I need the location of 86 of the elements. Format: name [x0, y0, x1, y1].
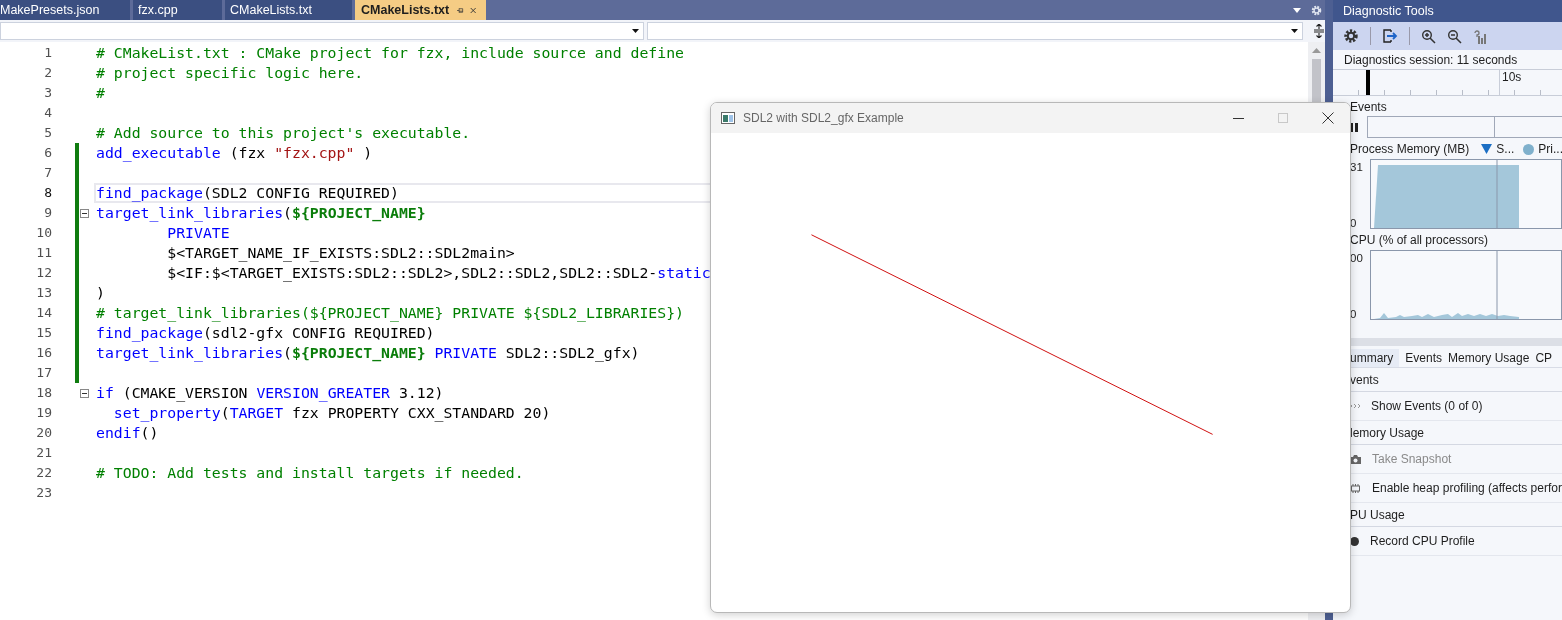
legend-label: Pri... [1538, 142, 1562, 156]
caret-icon [632, 29, 639, 33]
code-line: $<TARGET_NAME_IF_EXISTS:SDL2::SDL2main> [166, 244, 515, 262]
line-number: 20 [35, 424, 52, 442]
action-link[interactable]: Enable heap profiling (affects perfor [1372, 481, 1562, 495]
axis-label: 31 [1350, 161, 1364, 173]
code-line: target_link_libraries(${PROJECT_NAME} [96, 204, 426, 222]
line-number: 13 [35, 284, 52, 302]
panel-tab[interactable]: Memory Usage [1448, 349, 1536, 367]
zoom-in-icon[interactable] [1421, 28, 1436, 44]
code-line: PRIVATE [166, 224, 230, 242]
code-line: ) [96, 284, 105, 302]
code-line: # [96, 84, 105, 102]
line-number: 11 [35, 244, 52, 262]
line-number: 6 [43, 144, 52, 162]
caret-icon [1291, 29, 1298, 33]
code-line: # project specific logic here. [96, 64, 364, 82]
time-marker [1366, 70, 1370, 95]
action-link[interactable]: Record CPU Profile [1370, 534, 1475, 548]
split-icon[interactable] [1313, 24, 1325, 38]
code-line: # target_link_libraries(${PROJECT_NAME} PRIVATE ${SDL2_LIBRARIES}) [96, 304, 684, 322]
panel-tab[interactable]: ummary [1350, 349, 1400, 367]
file-tab[interactable]: CMakeLists.txt [225, 0, 352, 20]
circle-icon [1523, 143, 1535, 155]
record-icon [1350, 536, 1359, 546]
code-line: if (CMAKE_VERSION VERSION_GREATER 3.12) [96, 384, 444, 402]
line-number: 3 [43, 84, 52, 102]
panel-title: Diagnostic Tools [1333, 0, 1562, 22]
line-number: 12 [35, 264, 52, 282]
code-line: endif() [96, 424, 159, 442]
bar-chart-icon[interactable] [1473, 28, 1488, 44]
pin-icon[interactable] [457, 5, 464, 15]
line-number: 2 [43, 64, 52, 82]
line-number: 9 [43, 204, 52, 222]
axis-label: 00 [1350, 252, 1364, 264]
window-title: SDL2 with SDL2_gfx Example [743, 111, 904, 125]
fold-toggle-icon[interactable] [80, 388, 89, 398]
panel-tab[interactable]: CP [1535, 349, 1559, 367]
code-line: # CMakeList.txt : CMake project for fzx, include source and define [96, 44, 684, 62]
scrollbar-thumb[interactable] [1312, 59, 1321, 102]
fold-toggle-icon[interactable] [80, 208, 89, 218]
line-number: 17 [35, 364, 52, 382]
zoom-out-icon[interactable] [1447, 28, 1462, 44]
code-line: add_executable (fzx "fzx.cpp" ) [96, 144, 373, 162]
close-icon[interactable] [1322, 112, 1334, 124]
action-link[interactable]: Show Events (0 of 0) [1371, 399, 1483, 413]
line-number: 10 [35, 224, 52, 242]
graph-title: Events [1350, 99, 1388, 115]
line-number: 1 [43, 44, 52, 62]
file-tab[interactable]: fzx.cpp [133, 0, 222, 20]
code-line: # TODO: Add tests and install targets if needed. [96, 464, 524, 482]
triangle-icon [1481, 144, 1493, 154]
graph-title: CPU (% of all processors) [1350, 232, 1490, 248]
chip-icon [1350, 483, 1361, 493]
app-icon [721, 112, 735, 124]
line-number: 23 [35, 484, 52, 502]
panel-tab[interactable]: Events [1405, 349, 1449, 367]
code-line: $<IF:$<TARGET_EXISTS:SDL2::SDL2>,SDL2::SDL2,SDL2::SDL2-static [166, 264, 711, 282]
line-number: 4 [43, 104, 52, 122]
line-number: 5 [43, 124, 52, 142]
export-icon[interactable] [1382, 28, 1398, 44]
graph-title: Process Memory (MB) [1350, 141, 1470, 157]
axis-label: 0 [1350, 308, 1358, 320]
file-tab[interactable]: MakePresets.json [0, 0, 130, 20]
code-line: target_link_libraries(${PROJECT_NAME} PRIVATE SDL2::SDL2_gfx) [96, 344, 640, 362]
line-number: 15 [35, 324, 52, 342]
line-number: 19 [35, 404, 52, 422]
code-line: # Add source to this project's executable. [96, 124, 471, 142]
time-label: 10s [1499, 70, 1522, 95]
line-number: 21 [35, 444, 52, 462]
code-line: set_property(TARGET fzx PROPERTY CXX_STANDARD 20) [112, 404, 551, 422]
timeline-ruler[interactable]: 10s [1333, 69, 1562, 96]
line-number: 18 [35, 384, 52, 402]
axis-label: 0 [1350, 217, 1358, 229]
code-line: find_package(sdl2-gfx CONFIG REQUIRED) [96, 324, 435, 342]
legend-label: S... [1496, 142, 1515, 156]
caret-icon[interactable] [1293, 7, 1301, 13]
line-number: 7 [43, 164, 52, 182]
line-number: 22 [35, 464, 52, 482]
line-number: 14 [35, 304, 52, 322]
file-tab[interactable]: CMakeLists.txt [355, 0, 486, 20]
settings-icon[interactable] [1343, 28, 1359, 44]
code-line: find_package(SDL2 CONFIG REQUIRED) [96, 184, 399, 202]
line-number: 8 [43, 184, 52, 202]
session-duration: Diagnostics session: 11 seconds [1343, 52, 1519, 69]
line-number: 16 [35, 344, 52, 362]
